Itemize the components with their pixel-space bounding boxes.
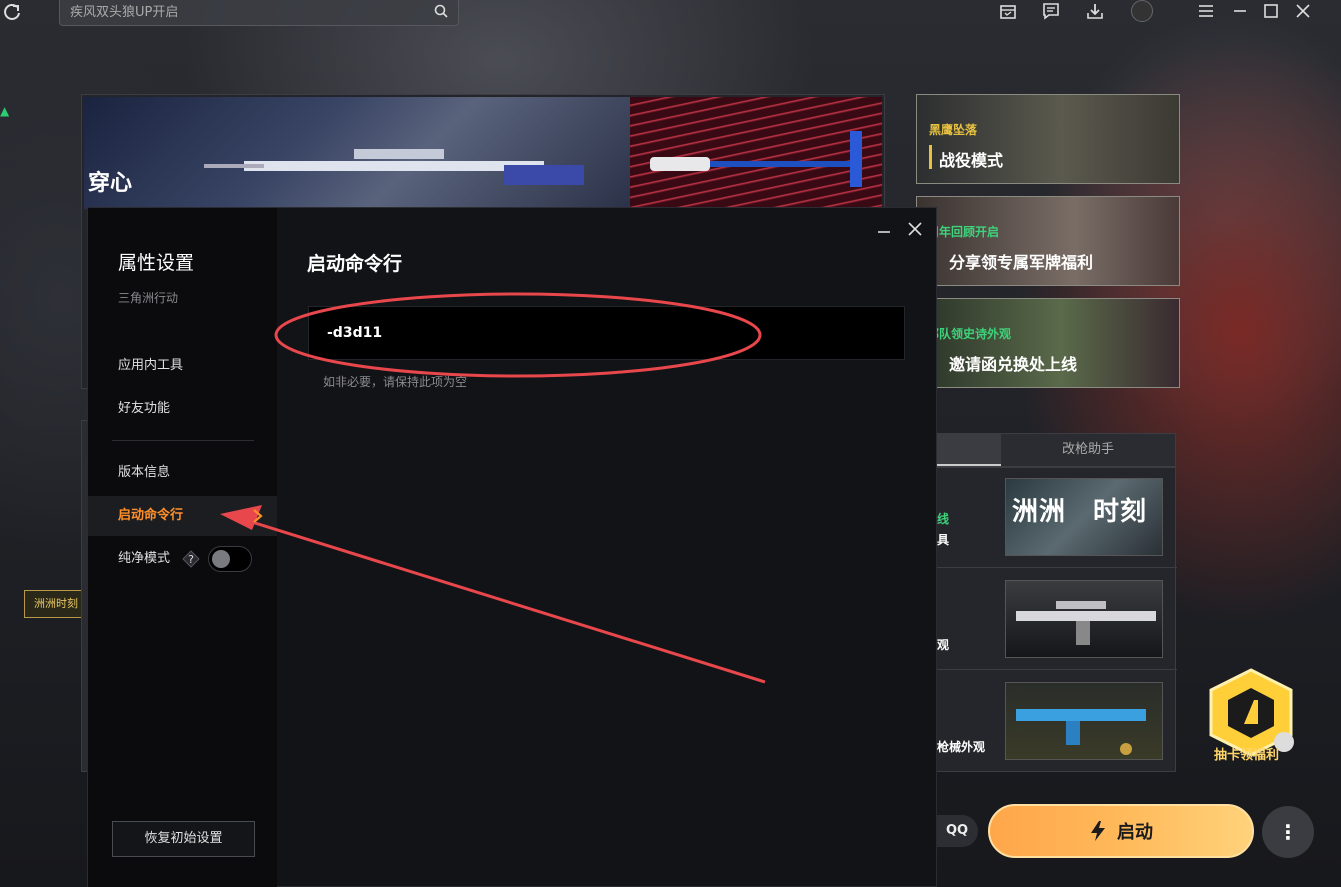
launch-command-input[interactable] xyxy=(327,321,887,345)
event-card-title: 战役模式 xyxy=(939,151,1004,170)
banner-image-weapon xyxy=(630,97,882,209)
maximize-icon[interactable] xyxy=(1261,1,1281,21)
sidebar-divider xyxy=(112,440,254,441)
dialog-close-icon[interactable] xyxy=(906,220,924,238)
event-card-campaign[interactable]: 黑鹰坠落 战役模式 xyxy=(916,94,1180,184)
tab-active[interactable] xyxy=(937,434,1001,466)
launch-label: 启动 xyxy=(1117,822,1153,843)
list-item-text: 具 xyxy=(937,533,950,547)
lightning-icon xyxy=(1091,821,1105,841)
sidebar-item-friends[interactable]: 好友功能 xyxy=(88,389,277,429)
list-item-text: 观 xyxy=(937,638,950,652)
dialog-title: 属性设置 xyxy=(118,252,195,274)
search-box[interactable] xyxy=(59,0,459,26)
refresh-icon[interactable] xyxy=(2,2,22,22)
event-card-tag: 部队领史诗外观 xyxy=(927,327,1012,341)
event-card-title: 分享领专属军牌福利 xyxy=(949,253,1094,272)
launch-button[interactable]: 启动 xyxy=(988,804,1254,858)
promo-label[interactable]: 抽卡领福利 xyxy=(1214,744,1279,763)
download-icon[interactable] xyxy=(1085,1,1105,21)
gift-box-icon[interactable] xyxy=(998,1,1018,21)
qq-account-badge[interactable]: QQ xyxy=(936,815,978,847)
banner-image-rifle: 穿心 xyxy=(84,97,632,209)
list-item-thumbnail xyxy=(1005,580,1163,658)
field-hint: 如非必要，请保持此项为空 xyxy=(323,375,468,389)
settings-sidebar: 属性设置 三角洲行动 应用内工具 好友功能 版本信息 启动命令行 纯净模式 ? … xyxy=(88,208,277,887)
content-title: 启动命令行 xyxy=(307,253,403,275)
search-input[interactable] xyxy=(70,2,420,22)
list-item-thumbnail xyxy=(1005,682,1163,760)
event-card-title: 邀请函兑换处上线 xyxy=(949,355,1078,374)
svg-text:?: ? xyxy=(188,553,194,566)
list-item[interactable]: 观 xyxy=(937,570,1177,670)
nav-marker-icon: ▲ xyxy=(0,104,10,118)
menu-icon[interactable] xyxy=(1196,1,1216,21)
launch-command-field[interactable] xyxy=(308,306,905,360)
sidebar-item-tools[interactable]: 应用内工具 xyxy=(88,346,277,386)
left-tag[interactable]: 洲洲时刻 xyxy=(24,590,88,618)
list-item-text: 枪械外观 xyxy=(937,740,986,754)
tools-list: 线 具 洲洲洲时刻 观 枪械外观 xyxy=(936,467,1177,772)
tools-tabs: 改枪助手 xyxy=(936,433,1176,467)
event-card-tag: 周年回顾开启 xyxy=(927,225,1000,239)
banner-title: 穿心 xyxy=(88,171,133,196)
accent-bar xyxy=(929,145,932,169)
list-item-text: 线 xyxy=(937,512,950,526)
list-item-thumbnail: 洲洲洲时刻 xyxy=(1005,478,1163,556)
minimize-icon[interactable] xyxy=(1230,1,1250,21)
event-card-anniversary[interactable]: 周年回顾开启 分享领专属军牌福利 xyxy=(916,196,1180,286)
rifle-image xyxy=(1016,601,1156,645)
list-item[interactable]: 枪械外观 xyxy=(937,672,1177,772)
rifle-image xyxy=(204,149,584,185)
list-item[interactable]: 线 具 洲洲洲时刻 xyxy=(937,468,1177,568)
event-card-tag: 黑鹰坠落 xyxy=(929,123,978,137)
rifle-image xyxy=(1016,709,1146,755)
event-card-invite[interactable]: 部队领史诗外观 邀请函兑换处上线 xyxy=(916,298,1180,388)
thumbnail-title: 洲洲洲时刻 xyxy=(1012,497,1148,527)
sidebar-item-label: 纯净模式 xyxy=(118,551,171,566)
close-icon[interactable] xyxy=(1293,1,1313,21)
top-bar xyxy=(0,0,1341,38)
more-options-button[interactable]: ⋮ xyxy=(1262,806,1314,858)
weapon-image xyxy=(650,131,862,187)
reset-settings-button[interactable]: 恢复初始设置 xyxy=(112,821,255,857)
properties-dialog: 属性设置 三角洲行动 应用内工具 好友功能 版本信息 启动命令行 纯净模式 ? … xyxy=(87,207,937,887)
message-icon[interactable] xyxy=(1041,1,1061,21)
clean-mode-toggle[interactable] xyxy=(208,546,252,572)
sidebar-item-launch-command[interactable]: 启动命令行 xyxy=(88,496,277,536)
avatar[interactable] xyxy=(1131,0,1153,22)
dialog-subtitle: 三角洲行动 xyxy=(118,291,179,305)
toggle-knob xyxy=(212,550,230,568)
tab-gunsmith[interactable]: 改枪助手 xyxy=(1001,434,1175,466)
sidebar-item-version[interactable]: 版本信息 xyxy=(88,453,277,493)
search-icon[interactable] xyxy=(434,4,448,18)
sidebar-item-label: 启动命令行 xyxy=(118,508,184,523)
help-icon[interactable]: ? xyxy=(182,550,200,568)
dialog-minimize-icon[interactable] xyxy=(876,222,892,238)
